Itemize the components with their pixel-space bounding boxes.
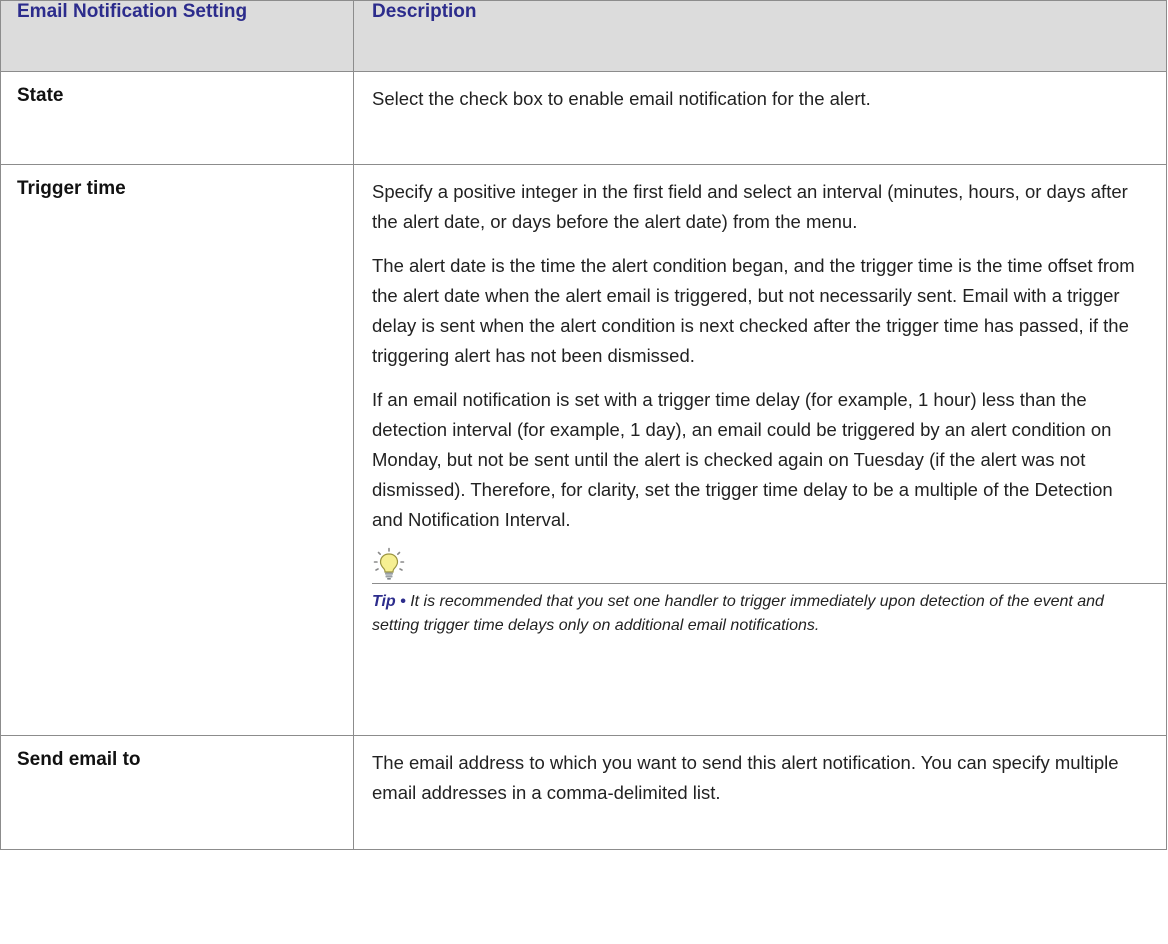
description-paragraph: If an email notification is set with a t…: [372, 389, 1113, 530]
column-header-description: Description: [353, 0, 1167, 72]
table-row: Trigger time Specify a positive integer …: [0, 164, 1167, 736]
table-row: Send email to The email address to which…: [0, 735, 1167, 850]
description-paragraph: The alert date is the time the alert con…: [372, 255, 1135, 366]
description-paragraph: Select the check box to enable email not…: [372, 88, 871, 109]
tip-body: It is recommended that you set one handl…: [372, 593, 1104, 634]
table-header-row: Email Notification Setting Description: [0, 0, 1167, 72]
lightbulb-icon: [373, 547, 405, 580]
description-paragraph: The email address to which you want to s…: [372, 752, 1119, 803]
description-paragraph: Specify a positive integer in the first …: [372, 181, 1128, 232]
setting-name: Trigger time: [0, 164, 354, 736]
tip-block: Tip • It is recommended that you set one…: [372, 547, 1166, 638]
setting-description: Specify a positive integer in the first …: [353, 164, 1167, 736]
table-row: State Select the check box to enable ema…: [0, 71, 1167, 165]
tip-label: Tip •: [372, 593, 406, 610]
setting-description: Select the check box to enable email not…: [353, 71, 1167, 165]
setting-description: The email address to which you want to s…: [353, 735, 1167, 850]
notification-settings-table: Email Notification Setting Description S…: [0, 0, 1167, 850]
column-header-setting: Email Notification Setting: [0, 0, 354, 72]
tip-text: Tip • It is recommended that you set one…: [372, 584, 1146, 638]
setting-name: Send email to: [0, 735, 354, 850]
setting-name: State: [0, 71, 354, 165]
